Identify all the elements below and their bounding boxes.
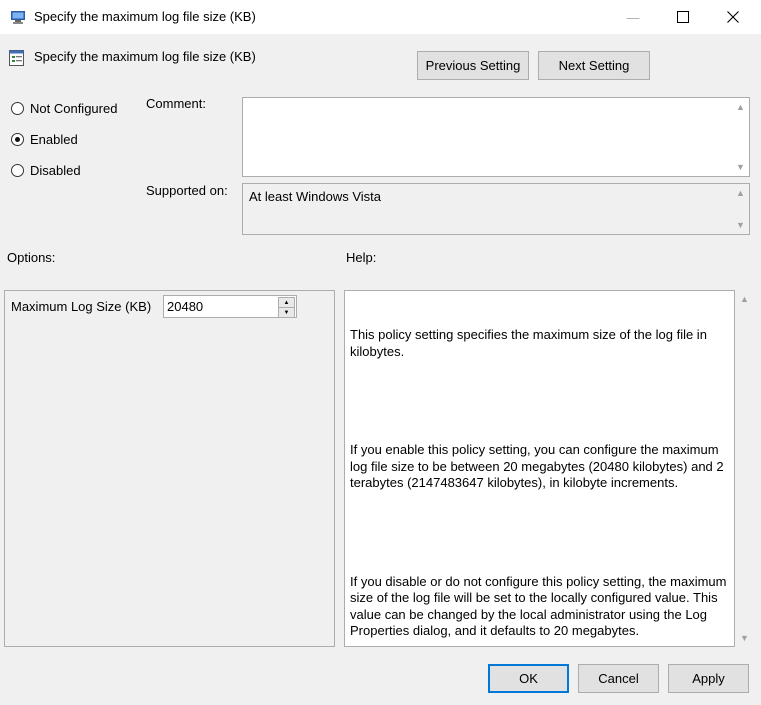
max-log-size-value[interactable]: 20480 bbox=[167, 299, 203, 314]
policy-app-icon bbox=[10, 9, 26, 28]
minimize-icon[interactable]: — bbox=[610, 0, 656, 34]
setting-name: Specify the maximum log file size (KB) bbox=[34, 49, 256, 64]
supported-on-label: Supported on: bbox=[146, 183, 228, 198]
max-log-size-spinner[interactable]: 20480 ▲ ▼ bbox=[163, 295, 297, 318]
max-log-size-label: Maximum Log Size (KB) bbox=[11, 299, 152, 314]
help-paragraph: If you enable this policy setting, you c… bbox=[350, 442, 728, 490]
help-paragraph: If you disable or do not configure this … bbox=[350, 573, 731, 639]
cancel-button[interactable]: Cancel bbox=[578, 664, 659, 693]
scroll-up-icon[interactable]: ▲ bbox=[736, 188, 745, 198]
scroll-up-icon[interactable]: ▲ bbox=[736, 102, 745, 112]
radio-disabled-circle[interactable] bbox=[11, 164, 24, 177]
radio-not-configured-label[interactable]: Not Configured bbox=[30, 101, 117, 116]
comment-scrollbar[interactable]: ▲ ▼ bbox=[732, 98, 749, 176]
help-paragraph: This policy setting specifies the maximu… bbox=[350, 327, 711, 359]
supported-on-box: At least Windows Vista ▲ ▼ bbox=[242, 183, 750, 235]
spin-down-icon[interactable]: ▼ bbox=[278, 307, 295, 318]
supported-on-value: At least Windows Vista bbox=[249, 189, 381, 204]
close-icon[interactable] bbox=[710, 0, 756, 34]
help-label: Help: bbox=[346, 250, 377, 265]
help-scrollbar[interactable]: ▲ ▼ bbox=[736, 290, 753, 647]
scroll-down-icon[interactable]: ▼ bbox=[736, 220, 745, 230]
supported-scrollbar[interactable]: ▲ ▼ bbox=[732, 184, 749, 234]
radio-not-configured-circle[interactable] bbox=[11, 102, 24, 115]
policy-setting-icon bbox=[8, 49, 26, 70]
previous-setting-button[interactable]: Previous Setting bbox=[417, 51, 529, 80]
radio-not-configured[interactable]: Not Configured bbox=[11, 101, 117, 116]
radio-disabled-label[interactable]: Disabled bbox=[30, 163, 81, 178]
radio-enabled-label[interactable]: Enabled bbox=[30, 132, 78, 147]
comment-label: Comment: bbox=[146, 96, 206, 111]
radio-disabled[interactable]: Disabled bbox=[11, 163, 81, 178]
apply-button[interactable]: Apply bbox=[668, 664, 749, 693]
window-title: Specify the maximum log file size (KB) bbox=[34, 9, 256, 24]
scroll-down-icon[interactable]: ▼ bbox=[740, 633, 749, 643]
radio-enabled-circle[interactable] bbox=[11, 133, 24, 146]
ok-button[interactable]: OK bbox=[488, 664, 569, 693]
next-setting-button[interactable]: Next Setting bbox=[538, 51, 650, 80]
comment-textarea[interactable]: ▲ ▼ bbox=[242, 97, 750, 177]
scroll-down-icon[interactable]: ▼ bbox=[736, 162, 745, 172]
scroll-up-icon[interactable]: ▲ bbox=[740, 294, 749, 304]
maximize-icon[interactable] bbox=[660, 0, 706, 34]
options-panel: Maximum Log Size (KB) 20480 ▲ ▼ bbox=[4, 290, 335, 647]
radio-enabled[interactable]: Enabled bbox=[11, 132, 78, 147]
help-panel: This policy setting specifies the maximu… bbox=[344, 290, 735, 647]
help-text: This policy setting specifies the maximu… bbox=[350, 294, 735, 673]
options-label: Options: bbox=[7, 250, 56, 265]
title-bar[interactable]: Specify the maximum log file size (KB) — bbox=[0, 0, 761, 34]
